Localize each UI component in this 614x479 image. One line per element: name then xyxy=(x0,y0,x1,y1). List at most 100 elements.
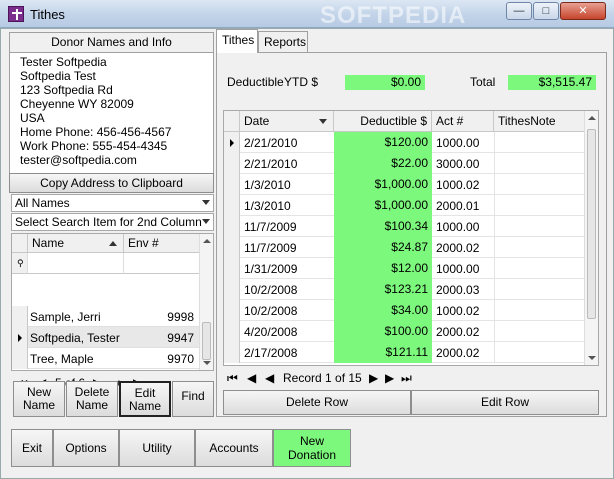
account-cell: 1000.00 xyxy=(436,262,480,276)
account-cell: 2000.02 xyxy=(436,241,480,255)
edit-row-button[interactable]: Edit Row xyxy=(411,390,599,415)
account-cell: 2000.03 xyxy=(436,283,480,297)
column-header-env[interactable]: Env # xyxy=(124,234,200,253)
donor-line: USA xyxy=(20,111,45,125)
scroll-thumb[interactable] xyxy=(587,129,596,319)
column-header-deductible[interactable]: Deductible $ xyxy=(334,111,432,132)
deductible-cell: $100.00 xyxy=(334,321,432,342)
scroll-up-icon[interactable] xyxy=(203,239,211,243)
account-cell: 1000.02 xyxy=(436,304,480,318)
names-scrollbar[interactable] xyxy=(199,234,213,370)
window-title: Tithes xyxy=(30,7,65,22)
current-row-icon xyxy=(230,139,234,147)
account-cell: 2000.02 xyxy=(436,325,480,339)
next-record-icon[interactable]: ▶ xyxy=(369,368,378,388)
table-row[interactable]: Tree, Maple 9970 xyxy=(12,348,200,369)
tab-reports[interactable]: Reports xyxy=(258,31,308,52)
row-indicator xyxy=(224,153,240,174)
note-cell xyxy=(494,342,495,363)
donor-line: Work Phone: 555-454-4345 xyxy=(20,139,168,153)
current-row-icon xyxy=(18,334,22,342)
table-row[interactable]: Softpedia, Tester 9947 xyxy=(12,327,200,348)
table-row[interactable]: 11/7/2009 $100.34 1000.00 xyxy=(224,216,586,237)
table-row[interactable]: 2/17/2008 $121.11 2000.02 xyxy=(224,342,586,363)
row-indicator xyxy=(224,216,240,237)
note-cell xyxy=(494,195,495,216)
note-cell xyxy=(494,321,495,342)
copy-address-button[interactable]: Copy Address to Clipboard xyxy=(9,173,214,193)
table-row[interactable]: 10/2/2008 $123.21 2000.03 xyxy=(224,279,586,300)
date-cell: 10/2/2008 xyxy=(244,283,298,297)
row-header-corner xyxy=(12,234,28,253)
date-cell: 2/21/2010 xyxy=(244,157,298,171)
note-cell xyxy=(494,279,495,300)
minimize-button[interactable]: — xyxy=(506,2,532,20)
find-button[interactable]: Find xyxy=(172,381,214,417)
edit-name-button[interactable]: Edit Name xyxy=(119,381,171,417)
note-cell xyxy=(494,153,495,174)
account-cell: 1000.00 xyxy=(436,220,480,234)
scroll-up-icon[interactable] xyxy=(588,116,596,120)
accounts-button[interactable]: Accounts xyxy=(195,429,273,467)
last-record-icon[interactable]: ⏭ xyxy=(401,368,412,388)
delete-row-button[interactable]: Delete Row xyxy=(223,390,411,415)
tab-tithes[interactable]: Tithes xyxy=(216,29,258,53)
table-row[interactable]: 11/7/2009 $24.87 2000.02 xyxy=(224,237,586,258)
search-item-value: Select Search Item for 2nd Column xyxy=(15,215,202,229)
column-header-name[interactable]: Name xyxy=(28,234,124,253)
row-indicator xyxy=(224,258,240,279)
table-row[interactable]: 1/31/2009 $12.00 1000.00 xyxy=(224,258,586,279)
scroll-down-icon[interactable] xyxy=(203,361,211,365)
next-page-icon[interactable]: ▶ xyxy=(385,368,394,388)
prev-record-icon[interactable]: ◀ xyxy=(265,368,274,388)
new-donation-button[interactable]: New Donation xyxy=(273,429,351,467)
date-cell: 11/7/2009 xyxy=(244,241,297,255)
exit-button[interactable]: Exit xyxy=(11,429,53,467)
column-header-act[interactable]: Act # xyxy=(432,111,494,132)
date-cell: 11/7/2009 xyxy=(244,220,297,234)
env-filter-input[interactable] xyxy=(124,253,200,274)
prev-page-icon[interactable]: ◀ xyxy=(247,368,256,388)
table-row[interactable]: 1/3/2010 $1,000.00 1000.02 xyxy=(224,174,586,195)
note-cell xyxy=(494,216,495,237)
utility-button[interactable]: Utility xyxy=(119,429,195,467)
name-filter-input[interactable] xyxy=(28,253,124,274)
table-row[interactable]: 1/3/2010 $1,000.00 2000.01 xyxy=(224,195,586,216)
deductible-cell: $12.00 xyxy=(334,258,432,279)
donor-line: Home Phone: 456-456-4567 xyxy=(20,125,172,139)
close-button[interactable]: ✕ xyxy=(560,2,606,20)
row-header-corner xyxy=(224,111,240,132)
note-cell xyxy=(494,258,495,279)
table-row[interactable]: Sample, Jerri 9998 xyxy=(12,306,200,327)
table-row[interactable]: 2/21/2010 $120.00 1000.00 xyxy=(224,132,586,153)
sort-down-icon xyxy=(319,119,327,124)
account-cell: 2000.02 xyxy=(436,346,480,360)
deductible-cell: $123.21 xyxy=(334,279,432,300)
tithes-navigator: ⏮ ◀ ◀ Record 1 of 15 ▶ ▶ ⏭ xyxy=(223,368,599,388)
names-filter-select[interactable]: All Names xyxy=(11,194,214,212)
deductible-cell: $100.34 xyxy=(334,216,432,237)
new-name-button[interactable]: New Name xyxy=(13,381,65,417)
filter-row-header: ⚲ xyxy=(12,253,28,274)
maximize-button[interactable]: □ xyxy=(533,2,559,20)
table-row[interactable]: 2/21/2010 $22.00 3000.00 xyxy=(224,153,586,174)
options-button[interactable]: Options xyxy=(53,429,119,467)
note-cell xyxy=(494,237,495,258)
date-cell: 2/17/2008 xyxy=(244,346,298,360)
row-indicator xyxy=(224,321,240,342)
table-row[interactable]: 10/2/2008 $34.00 1000.02 xyxy=(224,300,586,321)
title-bar[interactable]: Tithes SOFTPEDIA — □ ✕ xyxy=(0,0,614,29)
scroll-thumb[interactable] xyxy=(202,322,211,360)
donor-line: 123 Softpedia Rd xyxy=(20,83,113,97)
scroll-down-icon[interactable] xyxy=(588,356,596,360)
first-record-icon[interactable]: ⏮ xyxy=(227,368,238,388)
column-header-date[interactable]: Date xyxy=(240,111,334,132)
search-item-select[interactable]: Select Search Item for 2nd Column xyxy=(11,213,214,231)
deductible-cell: $24.87 xyxy=(334,237,432,258)
ytd-value: $0.00 xyxy=(345,75,425,90)
table-row[interactable]: 4/20/2008 $100.00 2000.02 xyxy=(224,321,586,342)
tithes-scrollbar[interactable] xyxy=(584,111,598,365)
account-cell: 1000.00 xyxy=(436,136,480,150)
delete-name-button[interactable]: Delete Name xyxy=(66,381,118,417)
column-header-note[interactable]: TithesNote xyxy=(494,111,586,132)
